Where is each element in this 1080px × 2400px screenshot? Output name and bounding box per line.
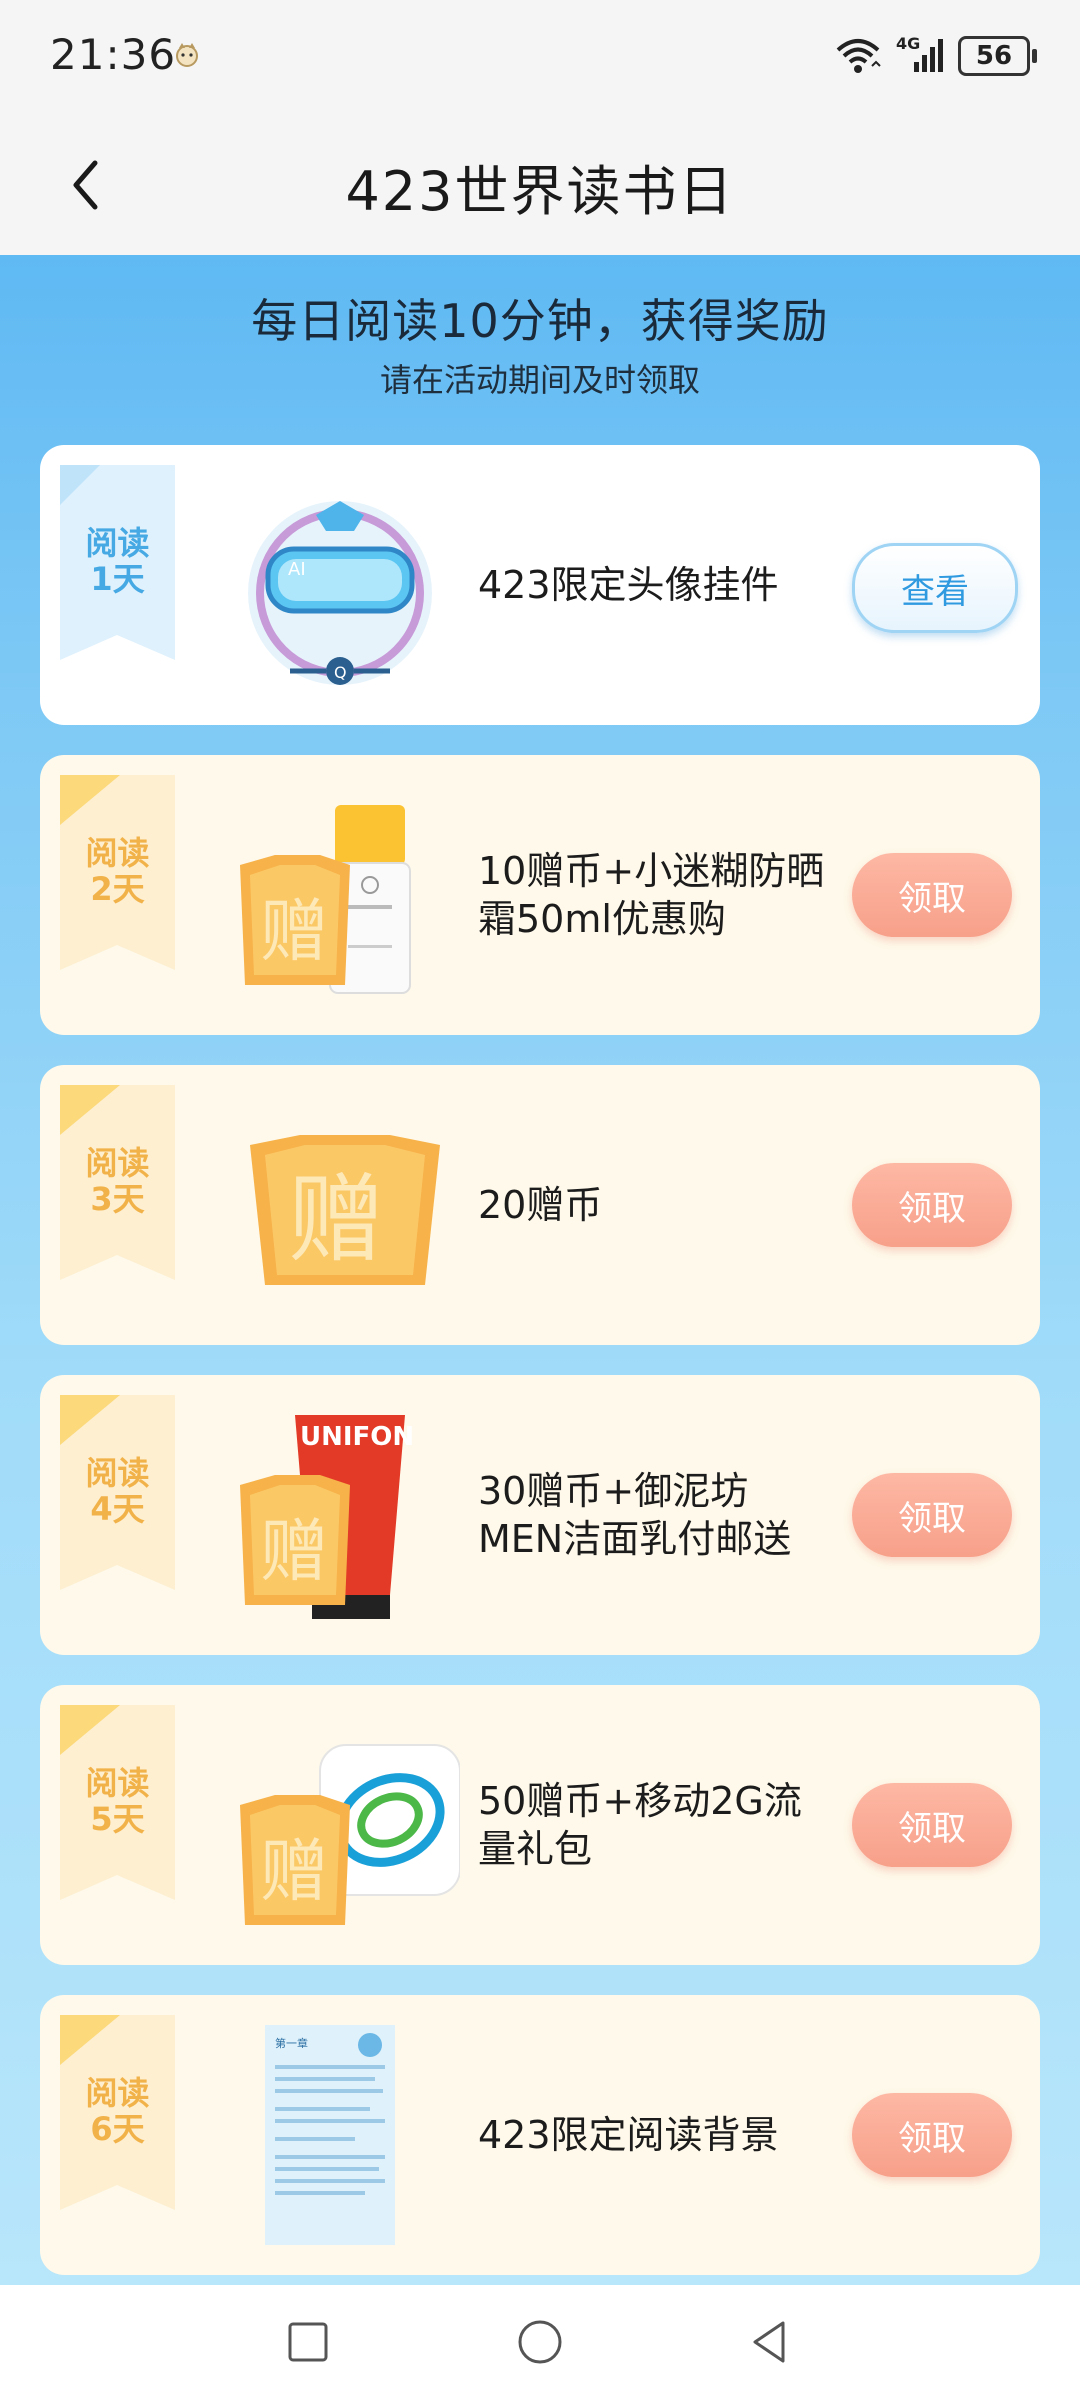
triangle-back-icon[interactable] xyxy=(745,2317,795,2367)
gift-stamp: 赠 xyxy=(260,1833,328,1912)
gift-coin-image: 赠 xyxy=(250,1135,440,1285)
product-brand: UNIFON xyxy=(300,1422,414,1452)
reward-panel: 每日阅读10分钟，获得奖励 请在活动期间及时领取 阅读 1天 AI Q 423限… xyxy=(0,255,1080,2285)
wifi-icon xyxy=(836,39,881,73)
banner-subhead: 请在活动期间及时领取 xyxy=(379,361,700,399)
signal-bars-icon xyxy=(914,39,943,72)
claim-button[interactable]: 领取 xyxy=(852,853,1012,937)
reward-name: 423限定头像挂件 xyxy=(478,563,779,607)
signal-indicator: 4G xyxy=(896,34,944,76)
reward-card-day-4: 阅读 4天 UNIFON 赠 30赠币+御泥坊MEN洁面乳付邮送 领取 xyxy=(40,1375,1040,1655)
circle-icon[interactable] xyxy=(515,2317,565,2367)
page-title: 423世界读书日 xyxy=(345,160,735,223)
claim-button[interactable]: 领取 xyxy=(852,1163,1012,1247)
day-ribbon-label: 阅读 1天 xyxy=(85,524,150,598)
mobile-data-gift-image: 赠 xyxy=(240,1744,460,1925)
gift-stamp: 赠 xyxy=(260,893,328,972)
system-nav-bar xyxy=(0,2285,1080,2400)
status-time: 21:36 xyxy=(50,30,177,79)
claim-button[interactable]: 领取 xyxy=(852,1783,1012,1867)
cleanser-gift-image: UNIFON 赠 xyxy=(240,1415,414,1619)
claim-button[interactable]: 领取 xyxy=(852,2093,1012,2177)
battery-indicator: 56 xyxy=(958,36,1037,76)
status-bar: 21:36 4G 56 xyxy=(0,0,1080,115)
status-icons: 4G 56 xyxy=(834,34,1037,78)
day-ribbon-label: 阅读 6天 xyxy=(85,2074,150,2148)
reward-card-day-5: 阅读 5天 赠 50赠币+移动2G流量礼包 领取 xyxy=(40,1685,1040,1965)
reading-background-image: 第一章 xyxy=(265,2025,395,2245)
book-chapter-label: 第一章 xyxy=(275,2036,308,2050)
day-ribbon-label: 阅读 3天 xyxy=(85,1144,150,1218)
claim-button[interactable]: 领取 xyxy=(852,1473,1012,1557)
sunscreen-gift-image: 赠 xyxy=(240,805,411,994)
avatar-frame-image: AI Q xyxy=(248,501,432,685)
reward-name: 50赠币+移动2G流量礼包 xyxy=(478,1779,802,1871)
day-ribbon-label: 阅读 4天 xyxy=(85,1454,150,1528)
day-ribbon-label: 阅读 2天 xyxy=(85,834,150,908)
reward-card-day-6: 阅读 6天 第一章 423限定阅读背景 领取 xyxy=(40,1995,1040,2275)
svg-text:AI: AI xyxy=(288,559,306,580)
banner-headline: 每日阅读10分钟，获得奖励 xyxy=(251,294,829,348)
gift-stamp: 赠 xyxy=(288,1164,384,1276)
title-bar: 423世界读书日 xyxy=(0,115,1080,255)
reward-card-day-3: 阅读 3天 赠 20赠币 领取 xyxy=(40,1065,1040,1345)
square-icon[interactable] xyxy=(283,2317,333,2367)
reward-name: 10赠币+小迷糊防晒霜50ml优惠购 xyxy=(478,849,825,941)
view-button[interactable]: 查看 xyxy=(852,543,1018,633)
reward-card-day-2: 阅读 2天 赠 10赠币+小迷糊防晒霜50ml优惠购 领取 xyxy=(40,755,1040,1035)
reward-name: 30赠币+御泥坊MEN洁面乳付邮送 xyxy=(478,1469,792,1561)
reward-name: 423限定阅读背景 xyxy=(478,2113,779,2157)
reward-card-day-1: 阅读 1天 AI Q 423限定头像挂件 查看 xyxy=(40,445,1040,725)
day-ribbon-label: 阅读 5天 xyxy=(85,1764,150,1838)
notification-pet-icon xyxy=(176,43,198,67)
reward-name: 20赠币 xyxy=(478,1183,603,1227)
gift-stamp: 赠 xyxy=(260,1513,328,1592)
svg-text:Q: Q xyxy=(334,663,347,682)
